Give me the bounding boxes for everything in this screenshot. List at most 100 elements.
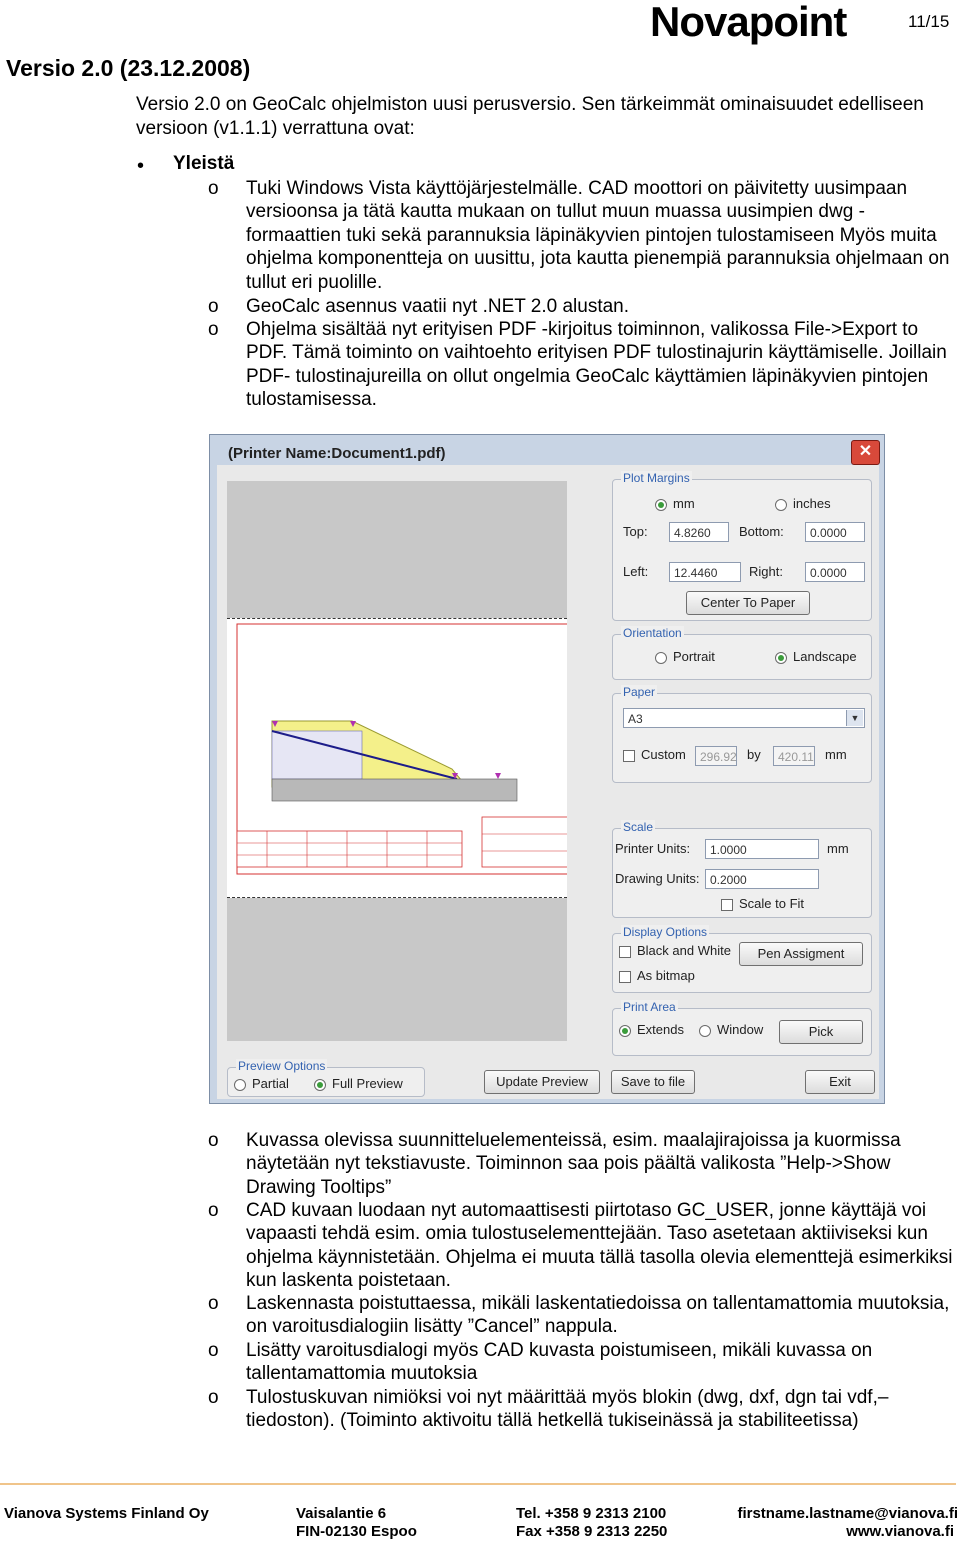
pick-button[interactable]: Pick bbox=[779, 1020, 863, 1044]
partial-radio[interactable] bbox=[234, 1079, 246, 1091]
novapoint-logo: Novapoint bbox=[650, 0, 847, 45]
scale-group: Scale Printer Units: 1.0000 mm Drawing U… bbox=[612, 820, 872, 918]
display-options-group: Display Options Black and White As bitma… bbox=[612, 925, 872, 993]
list-item: o Tulostuskuvan nimiöksi voi nyt määritt… bbox=[136, 1386, 956, 1433]
page-heading: Versio 2.0 (23.12.2008) bbox=[6, 55, 251, 81]
footer-city: FIN-02130 Espoo bbox=[296, 1523, 417, 1540]
footer-divider bbox=[0, 1483, 956, 1485]
list-marker: o bbox=[208, 1387, 219, 1408]
chevron-down-icon[interactable]: ▼ bbox=[846, 710, 863, 726]
portrait-label: Portrait bbox=[673, 649, 715, 664]
list-item-text: Ohjelma sisältää nyt erityisen PDF -kirj… bbox=[246, 319, 947, 411]
footer-street: Vaisalantie 6 bbox=[296, 1505, 387, 1522]
extends-label: Extends bbox=[637, 1022, 684, 1037]
printer-units-label: Printer Units: bbox=[615, 841, 691, 856]
preview-options-group: Preview Options Partial Full Preview bbox=[227, 1059, 425, 1097]
footer-tel: Tel. +358 9 2313 2100 bbox=[516, 1505, 667, 1522]
window-radio[interactable] bbox=[699, 1025, 711, 1037]
list-marker: o bbox=[208, 1340, 219, 1361]
dialog-title: (Printer Name:Document1.pdf) bbox=[228, 445, 446, 462]
save-to-file-button[interactable]: Save to file bbox=[611, 1070, 695, 1094]
orientation-group: Orientation Portrait Landscape bbox=[612, 626, 872, 680]
portrait-radio[interactable] bbox=[655, 652, 667, 664]
mm-label: mm bbox=[673, 496, 695, 511]
center-to-paper-button[interactable]: Center To Paper bbox=[686, 591, 810, 615]
extends-radio[interactable] bbox=[619, 1025, 631, 1037]
load-marker bbox=[495, 773, 501, 779]
page-number: 11/15 bbox=[908, 12, 950, 31]
close-icon[interactable]: ✕ bbox=[851, 440, 880, 465]
list-marker: o bbox=[208, 319, 219, 340]
top-margin-input[interactable]: 4.8260 bbox=[669, 522, 729, 542]
paper-height-input[interactable]: 420.11 bbox=[773, 746, 815, 766]
list-item-text: GeoCalc asennus vaatii nyt .NET 2.0 alus… bbox=[246, 296, 630, 317]
list-item: o Ohjelma sisältää nyt erityisen PDF -ki… bbox=[136, 318, 956, 412]
window-label: Window bbox=[717, 1022, 764, 1037]
footer-company: Vianova Systems Finland Oy bbox=[4, 1505, 209, 1522]
paper-group: Paper A3 ▼ Custom 296.92 by 420.11 mm bbox=[612, 685, 872, 783]
print-area-title: Print Area bbox=[621, 1000, 678, 1014]
right-margin-input[interactable]: 0.0000 bbox=[805, 562, 865, 582]
drawing-units-label: Drawing Units: bbox=[615, 871, 700, 886]
list-item: o Laskennasta poistuttaessa, mikäli lask… bbox=[136, 1292, 956, 1339]
landscape-radio[interactable] bbox=[775, 652, 787, 664]
list-marker: o bbox=[208, 1200, 219, 1221]
footer-website[interactable]: www.vianova.fi bbox=[846, 1523, 954, 1541]
partial-label: Partial bbox=[252, 1076, 289, 1091]
title-table bbox=[236, 830, 463, 868]
left-margin-input[interactable]: 12.4460 bbox=[669, 562, 741, 582]
list-item: o Kuvassa olevissa suunnitteluelementeis… bbox=[136, 1129, 956, 1199]
footer-email[interactable]: firstname.lastname@vianova.fi bbox=[737, 1505, 958, 1523]
soil-layer-2 bbox=[271, 730, 363, 780]
intro-paragraph: Versio 2.0 on GeoCalc ohjelmiston uusi p… bbox=[136, 94, 924, 139]
custom-checkbox[interactable] bbox=[623, 750, 635, 762]
black-white-checkbox[interactable] bbox=[619, 946, 631, 958]
paper-size-select[interactable]: A3 ▼ bbox=[623, 708, 865, 728]
display-options-title: Display Options bbox=[621, 925, 710, 939]
mm-radio[interactable] bbox=[655, 499, 667, 511]
left-label: Left: bbox=[623, 564, 649, 579]
list-item: o CAD kuvaan luodaan nyt automaattisesti… bbox=[136, 1199, 956, 1293]
bottom-margin-input[interactable]: 0.0000 bbox=[805, 522, 865, 542]
list-item-text: Tuki Windows Vista käyttöjärjestelmälle.… bbox=[246, 178, 950, 293]
black-white-label: Black and White bbox=[637, 943, 731, 958]
bottom-label: Bottom: bbox=[739, 524, 784, 539]
list-item: o Lisätty varoitusdialogi myös CAD kuvas… bbox=[136, 1339, 956, 1386]
list-item-text: Lisätty varoitusdialogi myös CAD kuvasta… bbox=[246, 1340, 873, 1385]
exit-button[interactable]: Exit bbox=[805, 1070, 875, 1094]
scale-title: Scale bbox=[621, 820, 656, 834]
inches-radio[interactable] bbox=[775, 499, 787, 511]
print-area-group: Print Area Extends Window Pick bbox=[612, 1000, 872, 1056]
dialog-body: Plot Margins mm inches Top: 4.8260 Botto… bbox=[217, 465, 879, 1099]
list-item-text: Tulostuskuvan nimiöksi voi nyt määrittää… bbox=[246, 1387, 889, 1432]
scale-to-fit-label: Scale to Fit bbox=[739, 896, 805, 911]
list-marker: o bbox=[208, 178, 219, 199]
preview-paper bbox=[227, 618, 578, 898]
paper-width-input[interactable]: 296.92 bbox=[695, 746, 737, 766]
paper-title: Paper bbox=[621, 685, 658, 699]
top-label: Top: bbox=[623, 524, 648, 539]
title-block bbox=[481, 816, 578, 868]
list-item-text: Kuvassa olevissa suunnitteluelementeissä… bbox=[246, 1130, 901, 1198]
list-item-text: Laskennasta poistuttaessa, mikäli lasken… bbox=[246, 1293, 950, 1338]
section-title: Yleistä bbox=[173, 153, 235, 174]
as-bitmap-label: As bitmap bbox=[637, 968, 695, 983]
preview-options-title: Preview Options bbox=[236, 1059, 328, 1073]
as-bitmap-checkbox[interactable] bbox=[619, 971, 631, 983]
full-preview-label: Full Preview bbox=[332, 1076, 403, 1091]
scale-to-fit-checkbox[interactable] bbox=[721, 899, 733, 911]
pen-assignment-button[interactable]: Pen Assigment bbox=[739, 942, 863, 966]
base-layer bbox=[271, 778, 518, 802]
footer-fax: Fax +358 9 2313 2250 bbox=[516, 1523, 668, 1540]
plot-margins-group: Plot Margins mm inches Top: 4.8260 Botto… bbox=[612, 471, 872, 621]
scale-unit-label: mm bbox=[827, 841, 849, 856]
printer-units-input[interactable]: 1.0000 bbox=[705, 839, 819, 859]
right-label: Right: bbox=[749, 564, 783, 579]
full-preview-radio[interactable] bbox=[314, 1079, 326, 1091]
drawing-units-input[interactable]: 0.2000 bbox=[705, 869, 819, 889]
paper-size-value: A3 bbox=[628, 712, 643, 726]
update-preview-button[interactable]: Update Preview bbox=[484, 1070, 600, 1094]
list-item: o Tuki Windows Vista käyttöjärjestelmäll… bbox=[136, 177, 956, 295]
list-item: o GeoCalc asennus vaatii nyt .NET 2.0 al… bbox=[136, 295, 956, 319]
by-label: by bbox=[747, 747, 761, 762]
